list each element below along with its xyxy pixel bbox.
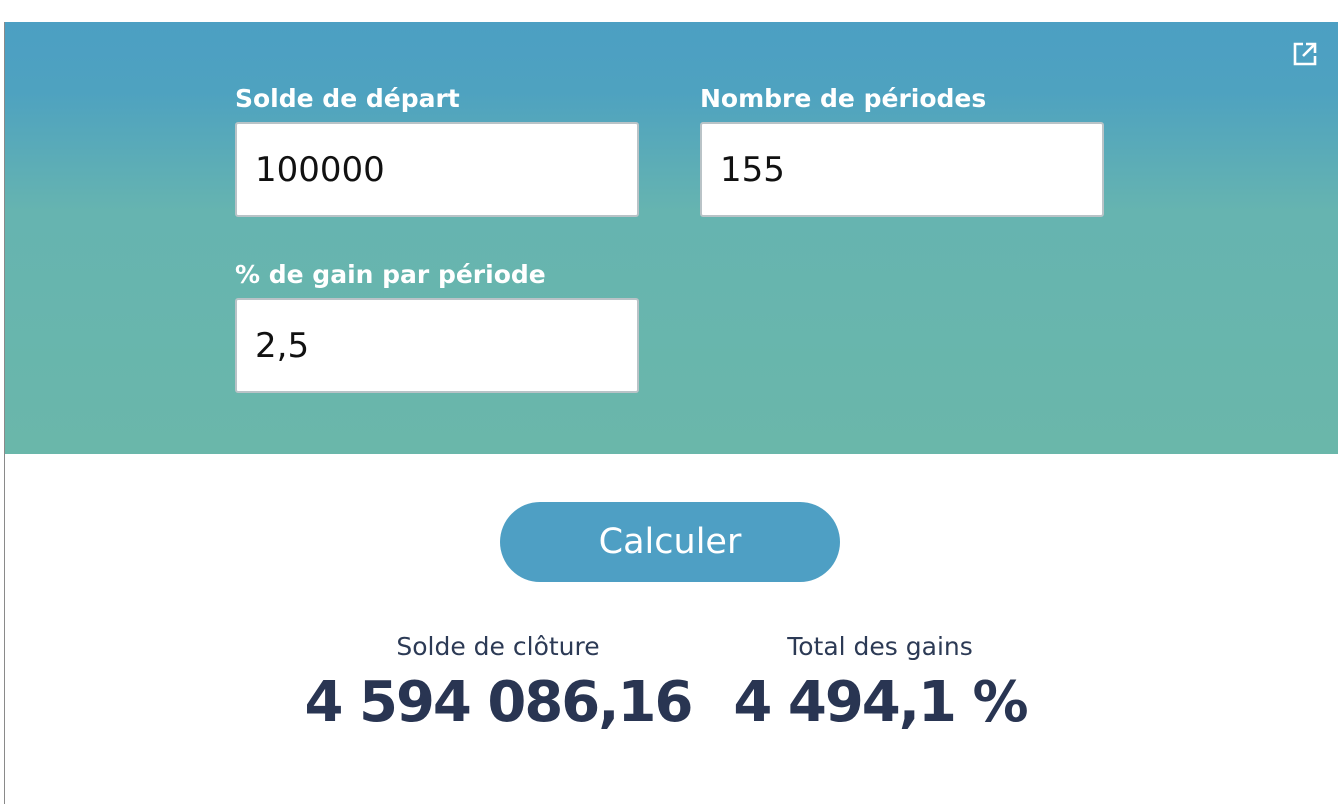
total-gains-label: Total des gains	[787, 632, 973, 661]
periods-label: Nombre de périodes	[700, 84, 987, 113]
total-gains-value: 4 494,1 %	[733, 670, 1028, 735]
gain-percent-input[interactable]	[235, 298, 639, 393]
closing-balance-label: Solde de clôture	[396, 632, 600, 661]
closing-balance-value: 4 594 086,16	[304, 670, 694, 735]
compound-interest-calculator: Solde de départ Nombre de périodes % de …	[4, 22, 1338, 804]
input-panel: Solde de départ Nombre de périodes % de …	[5, 22, 1338, 454]
external-link-icon[interactable]	[1293, 42, 1317, 66]
gain-percent-label: % de gain par période	[235, 260, 546, 289]
calculate-button[interactable]: Calculer	[500, 502, 840, 582]
start-balance-input[interactable]	[235, 122, 639, 217]
periods-input[interactable]	[700, 122, 1104, 217]
start-balance-label: Solde de départ	[235, 84, 460, 113]
